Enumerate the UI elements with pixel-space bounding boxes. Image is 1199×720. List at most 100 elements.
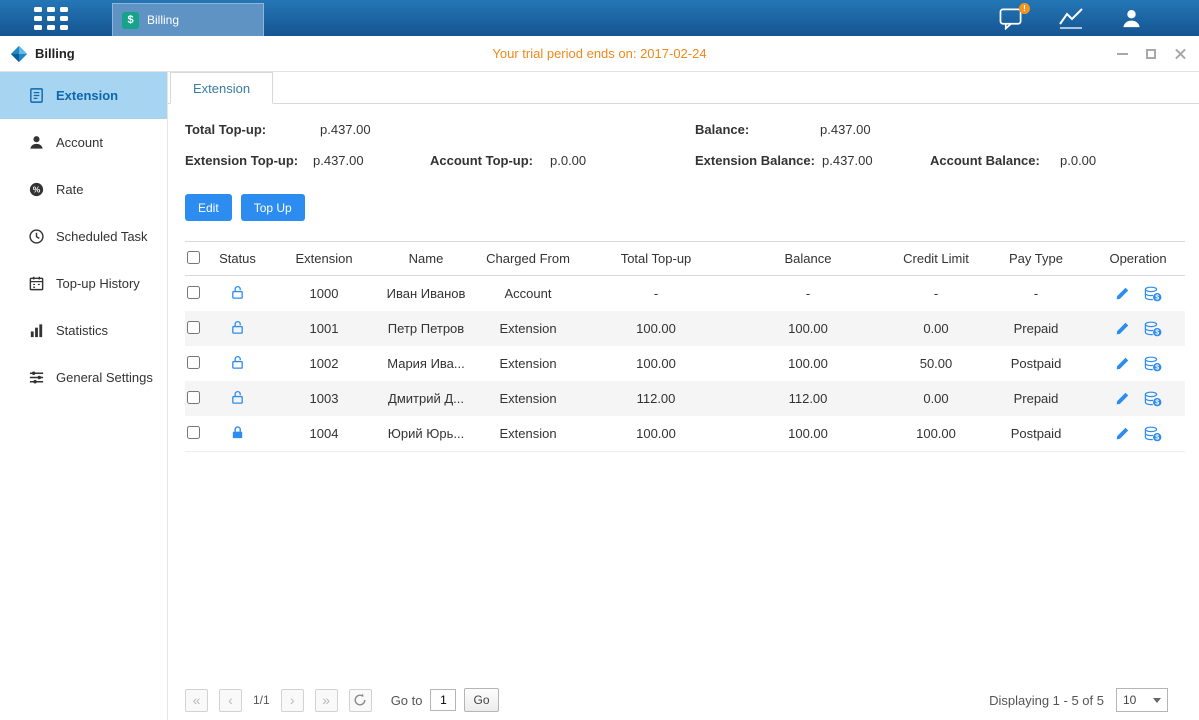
total-topup-value: p.437.00 [320,114,371,145]
prev-page-button[interactable]: ‹ [219,689,242,712]
operation-cell: $ [1091,356,1185,372]
page-indicator: 1/1 [253,693,270,707]
edit-pencil-icon[interactable] [1115,391,1130,406]
cell-credit-limit: 100.00 [891,426,981,441]
account-balance-label: Account Balance: [930,145,1040,176]
cell-credit-limit: 0.00 [891,321,981,336]
last-page-button[interactable]: » [315,689,338,712]
cell-extension: 1003 [265,391,383,406]
page-size-value: 10 [1123,693,1136,707]
cell-name: Иван Иванов [383,286,469,301]
col-name: Name [383,251,469,266]
status-cell [210,285,265,303]
cell-pay-type: Postpaid [981,356,1091,371]
topbar-tab-billing[interactable]: $ Billing [112,3,264,36]
maximize-button[interactable] [1144,47,1158,61]
sliders-icon [28,369,45,386]
edit-pencil-icon[interactable] [1115,286,1130,301]
person-icon [28,134,45,151]
cell-extension: 1004 [265,426,383,441]
operation-cell: $ [1091,426,1185,442]
row-checkbox[interactable] [187,286,200,299]
sidebar-item-scheduled-task[interactable]: Scheduled Task [0,213,167,260]
row-checkbox[interactable] [187,426,200,439]
extension-balance-label: Extension Balance: [695,145,815,176]
cell-name: Юрий Юрь... [383,426,469,441]
billing-dollar-icon: $ [122,12,139,29]
billing-diamond-icon [10,45,28,63]
status-locked-icon[interactable] [230,425,245,440]
cell-total-topup: 100.00 [587,356,725,371]
status-unlocked-icon[interactable] [230,355,245,370]
page-size-select[interactable]: 10 [1116,688,1168,712]
row-checkbox[interactable] [187,356,200,369]
calendar-icon [28,275,45,292]
summary-row-1: Total Top-up: p.437.00 Balance: p.437.00 [168,114,1199,145]
apps-grid-icon[interactable] [34,7,70,35]
sidebar-item-general-settings[interactable]: General Settings [0,354,167,401]
next-page-button[interactable]: › [281,689,304,712]
sidebar-item-statistics[interactable]: Statistics [0,307,167,354]
tab-extension[interactable]: Extension [170,72,273,104]
select-all-checkbox[interactable] [187,251,200,264]
status-cell [210,355,265,373]
topup-coins-icon[interactable]: $ [1144,426,1162,442]
close-button[interactable] [1173,47,1187,61]
sidebar-item-label: Extension [56,88,118,103]
status-cell [210,390,265,408]
sidebar-item-rate[interactable]: % Rate [0,166,167,213]
topup-coins-icon[interactable]: $ [1144,356,1162,372]
cell-charged-from: Extension [469,321,587,336]
topup-button[interactable]: Top Up [241,194,305,221]
balance-summary: Total Top-up: p.437.00 Balance: p.437.00… [168,104,1199,176]
sidebar-item-topup-history[interactable]: Top-up History [0,260,167,307]
cell-pay-type: Prepaid [981,321,1091,336]
edit-button[interactable]: Edit [185,194,232,221]
pagination-right: Displaying 1 - 5 of 5 10 [989,688,1168,712]
row-checkbox[interactable] [187,391,200,404]
total-topup-label: Total Top-up: [185,114,266,145]
cell-pay-type: - [981,286,1091,301]
goto-label: Go to [391,693,423,708]
sidebar-item-extension[interactable]: Extension [0,72,167,119]
refresh-button[interactable] [349,689,372,712]
clock-icon [28,228,45,245]
goto-page-input[interactable] [430,689,456,711]
cell-balance: 112.00 [725,391,891,406]
tab-bar: Extension [168,72,1199,104]
status-cell [210,425,265,443]
status-unlocked-icon[interactable] [230,320,245,335]
topup-coins-icon[interactable]: $ [1144,286,1162,302]
balance-label: Balance: [695,114,749,145]
summary-row-2: Extension Top-up: p.437.00 Account Top-u… [168,145,1199,176]
table-row: 1002 Мария Ива... Extension 100.00 100.0… [185,346,1185,381]
cell-credit-limit: 50.00 [891,356,981,371]
edit-pencil-icon[interactable] [1115,321,1130,336]
edit-pencil-icon[interactable] [1115,426,1130,441]
cell-name: Петр Петров [383,321,469,336]
sidebar-item-account[interactable]: Account [0,119,167,166]
svg-text:$: $ [1155,294,1159,301]
svg-text:%: % [33,185,41,195]
topup-coins-icon[interactable]: $ [1144,391,1162,407]
notifications-chat-icon[interactable]: ! [998,6,1024,30]
row-checkbox[interactable] [187,321,200,334]
statistics-chart-icon[interactable] [1058,6,1084,30]
minimize-button[interactable] [1115,47,1129,61]
svg-text:$: $ [1155,329,1159,336]
status-unlocked-icon[interactable] [230,285,245,300]
edit-pencil-icon[interactable] [1115,356,1130,371]
svg-text:$: $ [1155,399,1159,406]
cell-extension: 1000 [265,286,383,301]
cell-extension: 1001 [265,321,383,336]
sidebar-item-label: Top-up History [56,276,140,291]
status-unlocked-icon[interactable] [230,390,245,405]
pagination-bar: « ‹ 1/1 › » Go to Go Displaying 1 - 5 of… [185,686,1168,714]
user-account-icon[interactable] [1118,6,1144,30]
topup-coins-icon[interactable]: $ [1144,321,1162,337]
cell-pay-type: Prepaid [981,391,1091,406]
account-topup-value: p.0.00 [550,145,586,176]
first-page-button[interactable]: « [185,689,208,712]
cell-balance: 100.00 [725,356,891,371]
go-button[interactable]: Go [464,688,498,712]
